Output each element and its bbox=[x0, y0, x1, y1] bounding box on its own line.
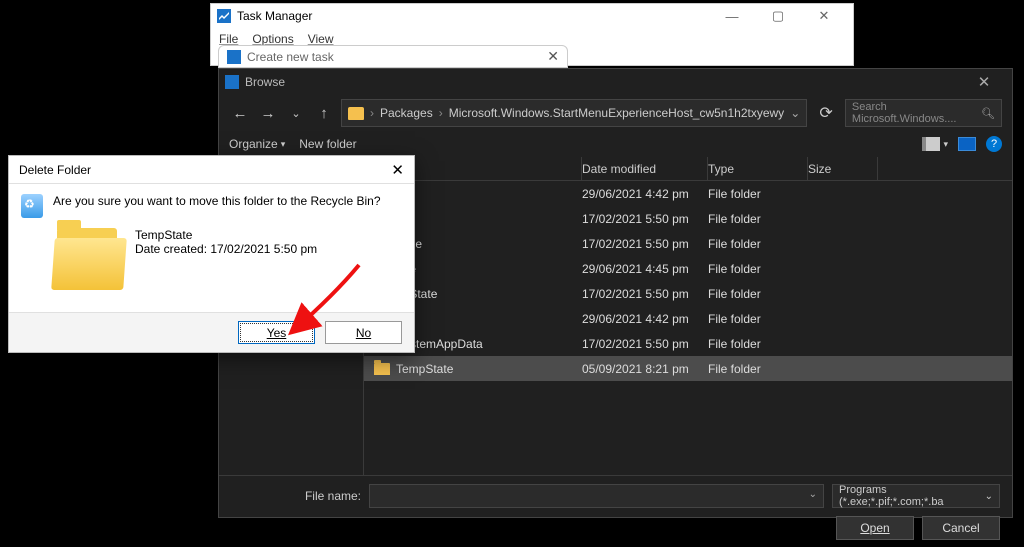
file-row[interactable]: ata17/02/2021 5:50 pmFile folder bbox=[364, 206, 1012, 231]
delete-question: Are you sure you want to move this folde… bbox=[53, 194, 381, 218]
search-placeholder: Search Microsoft.Windows.... bbox=[852, 101, 975, 125]
task-manager-titlebar[interactable]: Task Manager — ▢ ✕ bbox=[211, 4, 853, 28]
navigation-row: ← → ⌄ ↑ › Packages › Microsoft.Windows.S… bbox=[219, 95, 1012, 131]
file-type: File folder bbox=[708, 262, 808, 276]
browse-toolbar: Organize ▾ New folder ▾ ? bbox=[219, 131, 1012, 157]
file-type: File folder bbox=[708, 237, 808, 251]
open-button[interactable]: Open bbox=[836, 516, 914, 540]
folder-icon bbox=[53, 228, 125, 290]
col-date[interactable]: Date modified bbox=[582, 157, 708, 180]
file-date: 29/06/2021 4:42 pm bbox=[582, 312, 708, 326]
recent-dropdown[interactable]: ⌄ bbox=[285, 101, 307, 125]
browse-title-text: Browse bbox=[245, 75, 285, 89]
yes-button[interactable]: Yes bbox=[238, 321, 315, 344]
menu-view[interactable]: View bbox=[308, 32, 334, 46]
task-manager-title: Task Manager bbox=[237, 9, 312, 23]
file-date: 17/02/2021 5:50 pm bbox=[582, 287, 708, 301]
browse-titlebar[interactable]: Browse ✕ bbox=[219, 69, 1012, 95]
col-type[interactable]: Type bbox=[708, 157, 808, 180]
up-button[interactable]: ↑ bbox=[313, 101, 335, 125]
col-size[interactable]: Size bbox=[808, 157, 878, 180]
preview-pane-button[interactable] bbox=[958, 137, 976, 151]
close-icon[interactable]: ✕ bbox=[547, 48, 559, 65]
file-row[interactable]: TempState 05/09/2021 8:21 pmFile folder bbox=[364, 356, 1012, 381]
browse-icon bbox=[225, 75, 239, 89]
chevron-down-icon[interactable]: ⌄ bbox=[790, 106, 800, 120]
file-date: 17/02/2021 5:50 pm bbox=[582, 337, 708, 351]
column-headers[interactable]: Name Date modified Type Size bbox=[364, 157, 1012, 181]
delete-item-meta: Date created: 17/02/2021 5:50 pm bbox=[135, 242, 317, 256]
file-row[interactable]: tate29/06/2021 4:45 pmFile folder bbox=[364, 256, 1012, 281]
file-row[interactable]: ngState17/02/2021 5:50 pmFile folder bbox=[364, 281, 1012, 306]
filename-label: File name: bbox=[231, 489, 361, 503]
file-type: File folder bbox=[708, 212, 808, 226]
file-name: TempState bbox=[396, 362, 453, 376]
file-row[interactable]: SystemAppData17/02/2021 5:50 pmFile fold… bbox=[364, 331, 1012, 356]
organize-menu[interactable]: Organize ▾ bbox=[229, 137, 285, 151]
chevron-right-icon: › bbox=[370, 106, 374, 120]
minimize-button[interactable]: — bbox=[709, 4, 755, 28]
maximize-button[interactable]: ▢ bbox=[755, 4, 801, 28]
file-date: 05/09/2021 8:21 pm bbox=[582, 362, 708, 376]
file-row[interactable]: gs29/06/2021 4:42 pmFile folder bbox=[364, 306, 1012, 331]
file-date: 29/06/2021 4:42 pm bbox=[582, 187, 708, 201]
close-button[interactable]: ✕ bbox=[801, 4, 847, 28]
delete-folder-titlebar[interactable]: Delete Folder ✕ bbox=[9, 156, 414, 184]
breadcrumb-current[interactable]: Microsoft.Windows.StartMenuExperienceHos… bbox=[449, 106, 784, 120]
file-list[interactable]: Name Date modified Type Size 29/06/2021 … bbox=[364, 157, 1012, 475]
view-mode-button[interactable]: ▾ bbox=[922, 137, 948, 151]
file-date: 17/02/2021 5:50 pm bbox=[582, 212, 708, 226]
close-icon[interactable]: ✕ bbox=[391, 161, 404, 179]
file-type: File folder bbox=[708, 337, 808, 351]
file-type: File folder bbox=[708, 187, 808, 201]
task-manager-icon bbox=[217, 9, 231, 23]
create-new-task-label: Create new task bbox=[247, 50, 334, 64]
file-date: 29/06/2021 4:45 pm bbox=[582, 262, 708, 276]
cancel-button[interactable]: Cancel bbox=[922, 516, 1000, 540]
file-row[interactable]: ache17/02/2021 5:50 pmFile folder bbox=[364, 231, 1012, 256]
menu-file[interactable]: File bbox=[219, 32, 238, 46]
filename-input[interactable]: ⌄ bbox=[369, 484, 824, 508]
file-type: File folder bbox=[708, 362, 808, 376]
file-type: File folder bbox=[708, 312, 808, 326]
search-icon: 🔍︎ bbox=[981, 107, 995, 120]
file-filter-dropdown[interactable]: Programs (*.exe;*.pif;*.com;*.ba⌄ bbox=[832, 484, 1000, 508]
file-row[interactable]: 29/06/2021 4:42 pmFile folder bbox=[364, 181, 1012, 206]
address-bar[interactable]: › Packages › Microsoft.Windows.StartMenu… bbox=[341, 99, 807, 127]
refresh-button[interactable]: ⟳ bbox=[813, 99, 839, 127]
create-new-task-tab: Create new task ✕ bbox=[218, 45, 568, 68]
recycle-bin-icon bbox=[21, 194, 43, 218]
file-date: 17/02/2021 5:50 pm bbox=[582, 237, 708, 251]
run-dialog-icon bbox=[227, 50, 241, 64]
file-type: File folder bbox=[708, 287, 808, 301]
folder-icon bbox=[374, 363, 390, 375]
list-view-icon bbox=[922, 137, 940, 151]
chevron-right-icon: › bbox=[439, 106, 443, 120]
browse-close-button[interactable]: ✕ bbox=[962, 73, 1006, 91]
delete-folder-dialog: Delete Folder ✕ Are you sure you want to… bbox=[8, 155, 415, 353]
forward-button[interactable]: → bbox=[257, 101, 279, 125]
help-button[interactable]: ? bbox=[986, 136, 1002, 152]
browse-footer: File name: ⌄ Programs (*.exe;*.pif;*.com… bbox=[219, 475, 1012, 547]
back-button[interactable]: ← bbox=[229, 101, 251, 125]
menu-options[interactable]: Options bbox=[252, 32, 293, 46]
no-button[interactable]: No bbox=[325, 321, 402, 344]
search-input[interactable]: Search Microsoft.Windows.... 🔍︎ bbox=[845, 99, 1002, 127]
new-folder-button[interactable]: New folder bbox=[299, 137, 356, 151]
delete-folder-title: Delete Folder bbox=[19, 163, 91, 177]
breadcrumb-packages[interactable]: Packages bbox=[380, 106, 433, 120]
folder-icon bbox=[348, 107, 364, 120]
delete-item-name: TempState bbox=[135, 228, 317, 242]
